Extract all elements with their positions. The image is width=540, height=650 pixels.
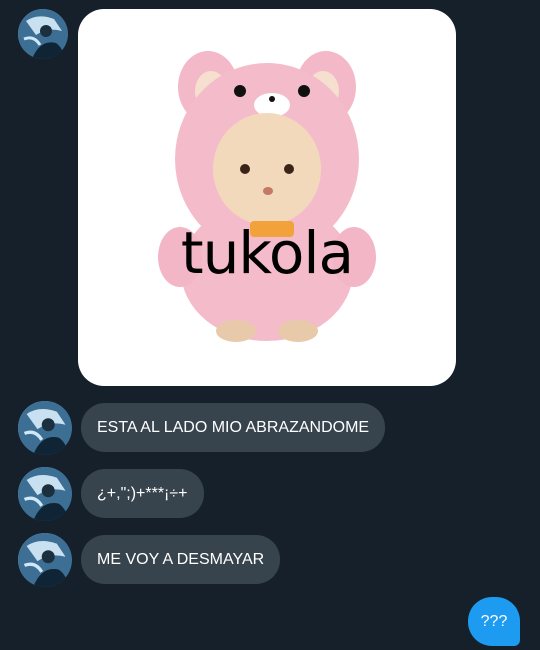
message-bubble[interactable]: ME VOY A DESMAYAR [81, 535, 281, 584]
message-text: ME VOY A DESMAYAR [97, 550, 265, 568]
avatar-photo-icon [18, 9, 68, 59]
dm-conversation: tukola ESTA AL LADO MIO ABRAZANDOME ¿+,"… [0, 0, 540, 650]
message-text: ??? [480, 612, 508, 630]
pink-bear-costume-plush-icon [158, 51, 376, 342]
avatar[interactable] [18, 467, 72, 521]
message-text: ¿+,";)+***¡÷+ [97, 484, 188, 502]
avatar[interactable] [18, 9, 68, 59]
avatar[interactable] [18, 533, 72, 587]
image-message[interactable]: tukola [78, 9, 456, 386]
image-caption: tukola [180, 219, 354, 287]
avatar-photo-icon [18, 401, 72, 455]
message-bubble[interactable]: ¿+,";)+***¡÷+ [81, 469, 204, 518]
message-bubble[interactable]: ESTA AL LADO MIO ABRAZANDOME [81, 403, 386, 452]
sent-message-bubble[interactable]: ??? [468, 597, 520, 646]
avatar-photo-icon [18, 467, 72, 521]
avatar-photo-icon [18, 533, 72, 587]
message-text: ESTA AL LADO MIO ABRAZANDOME [97, 418, 370, 436]
avatar[interactable] [18, 401, 72, 455]
